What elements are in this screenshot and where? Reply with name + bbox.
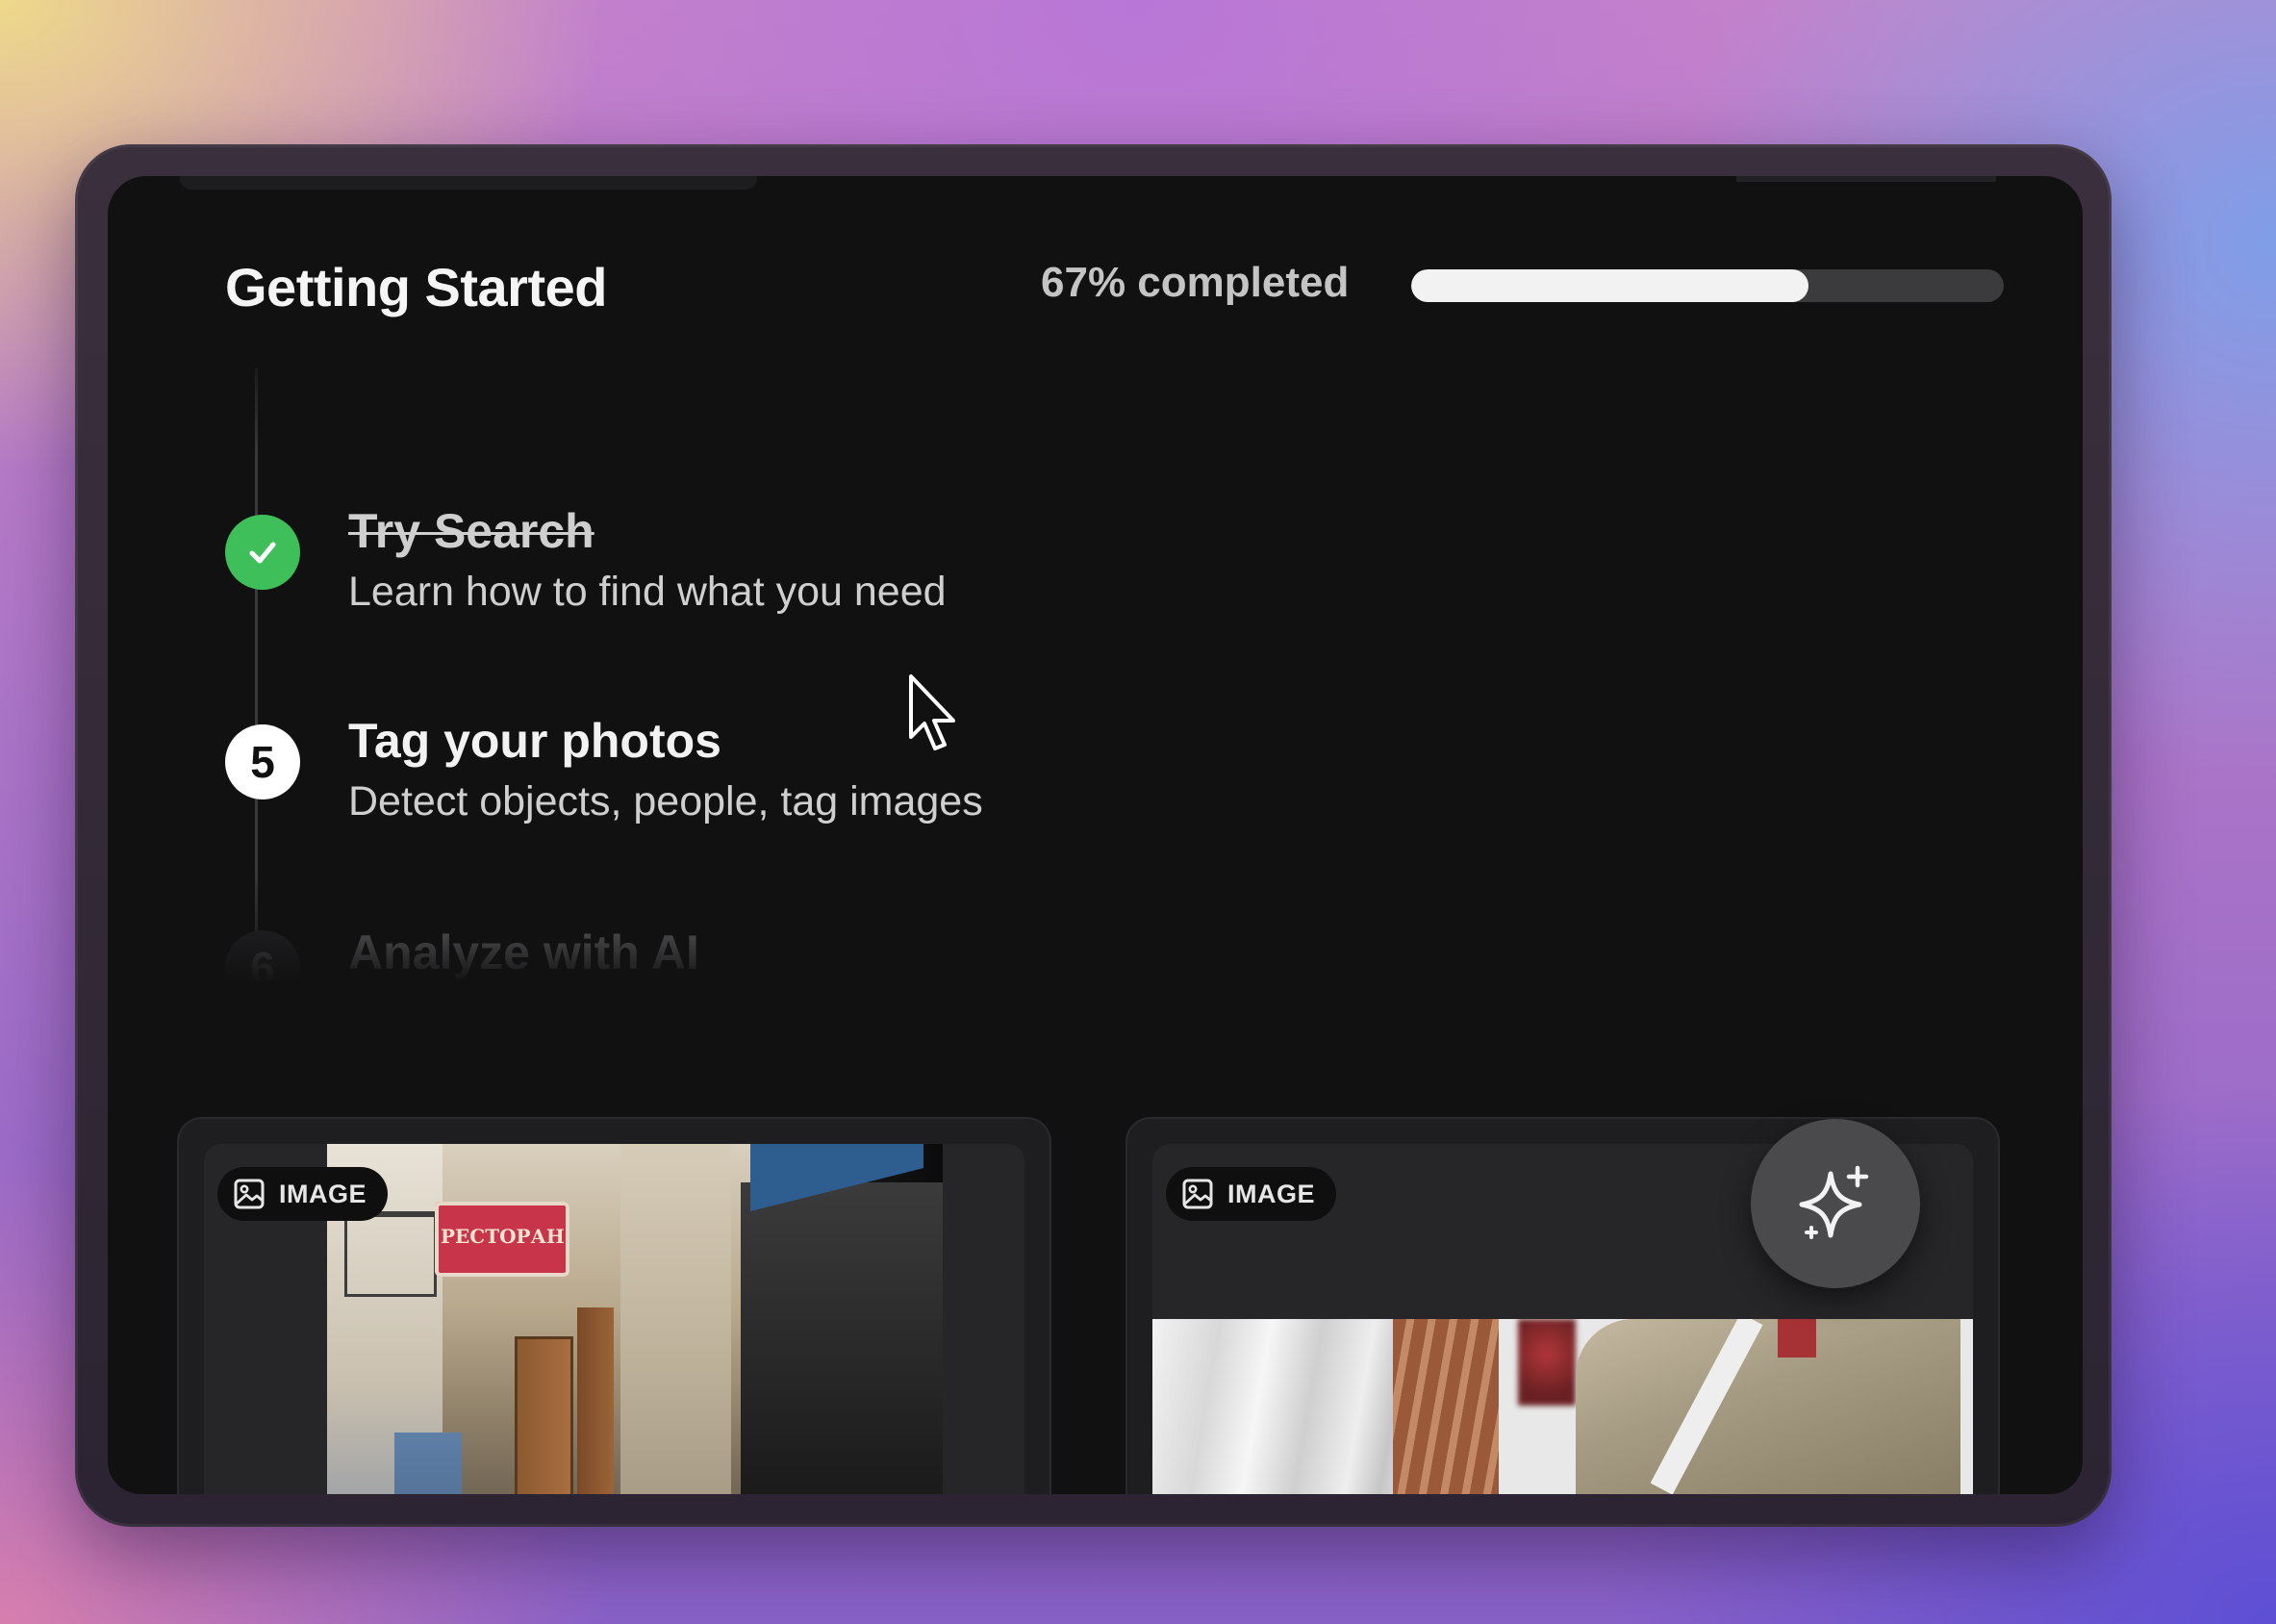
step-title: Try Search (348, 504, 594, 558)
image-card-1[interactable]: РЕСТОРАН IMAGE (177, 1117, 1051, 1494)
image-badge: IMAGE (217, 1167, 389, 1221)
steps-list: Try Search Learn how to find what you ne… (108, 368, 1454, 1005)
image-icon (1182, 1179, 1213, 1209)
image-icon (234, 1179, 265, 1209)
timeline-line (255, 368, 258, 984)
step-number-marker: 6 (225, 930, 300, 1005)
getting-started-panel: Getting Started 67% completed Try Search… (108, 176, 2083, 1494)
image-badge: IMAGE (1166, 1167, 1337, 1221)
page-title: Getting Started (225, 257, 607, 317)
street-photo: РЕСТОРАН (327, 1144, 943, 1494)
ai-assistant-button[interactable] (1751, 1119, 1920, 1288)
sparkle-icon (1799, 1165, 1869, 1239)
step-complete-marker (225, 515, 300, 590)
scroll-edge-left (180, 176, 757, 190)
step-title: Analyze with AI (348, 926, 699, 979)
restaurant-sign-text: РЕСТОРАН (441, 1225, 565, 1248)
step-description: Detect objects, people, tag images (348, 778, 983, 825)
progress-label: 67% completed (1041, 259, 1350, 306)
badge-label: IMAGE (1227, 1179, 1316, 1208)
progress-bar-fill (1411, 269, 1808, 302)
progress-bar (1411, 269, 2004, 302)
step-number-marker: 5 (225, 724, 300, 799)
step-title: Tag your photos (348, 714, 721, 768)
cursor-icon (909, 674, 955, 750)
closeup-photo (1152, 1319, 1973, 1494)
step-description: Learn how to find what you need (348, 569, 947, 615)
check-icon (249, 542, 276, 564)
scroll-edge-right (1736, 176, 1996, 182)
badge-label: IMAGE (279, 1179, 367, 1208)
